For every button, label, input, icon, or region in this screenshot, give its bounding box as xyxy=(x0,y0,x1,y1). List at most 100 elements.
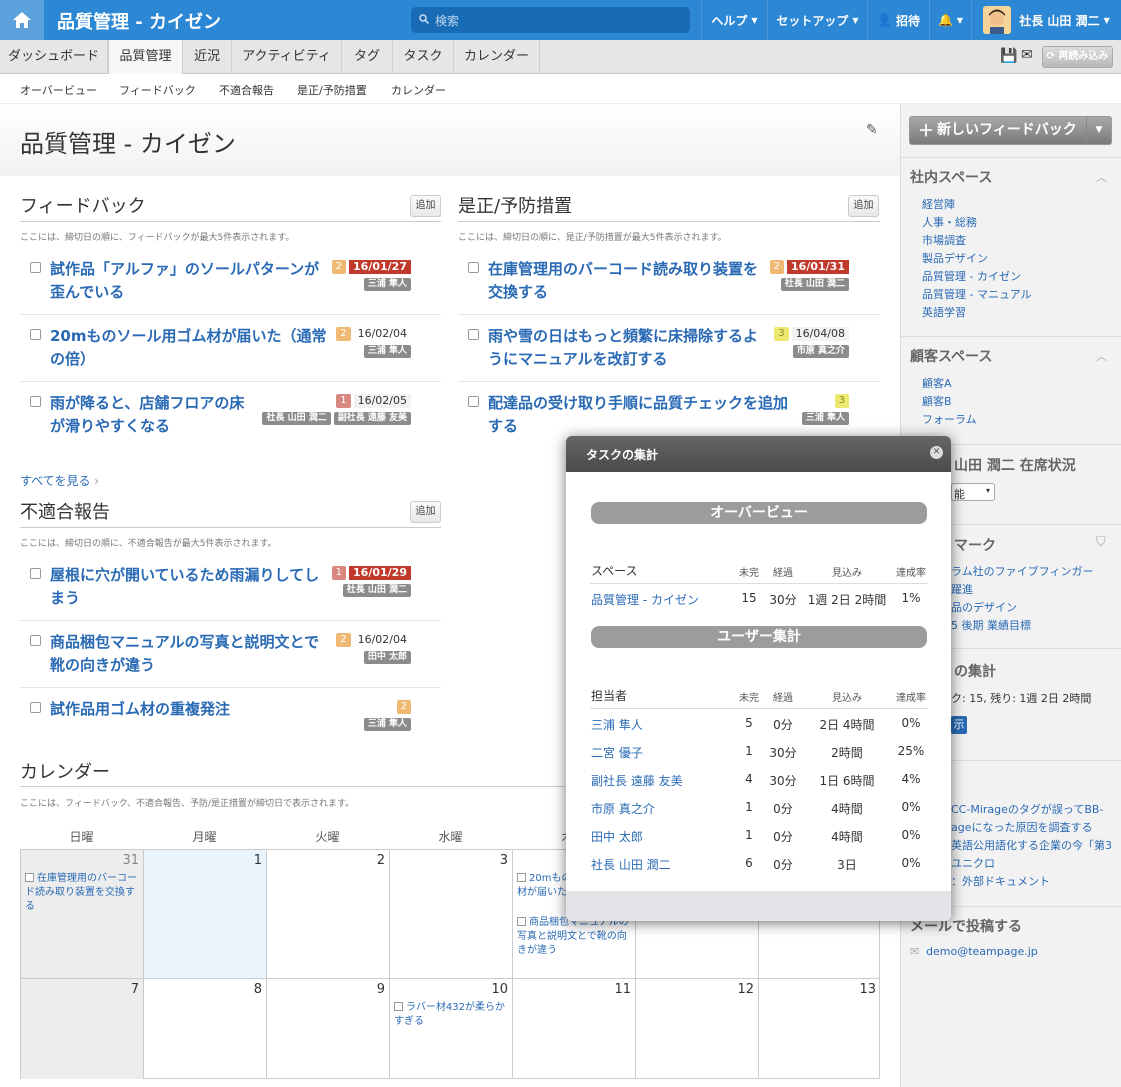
space-link[interactable]: 顧客B xyxy=(922,393,952,409)
calendar-event[interactable]: 商品梱包マニュアルの写真と説明文とで靴の向きが違う xyxy=(517,916,633,958)
invite-button[interactable]: 👤 招待 xyxy=(867,0,929,40)
checkbox[interactable] xyxy=(517,873,526,882)
calendar-day[interactable]: 13 xyxy=(759,979,880,1079)
space-link[interactable]: 顧客A xyxy=(922,375,952,391)
bookmark-link[interactable]: ラム社のファイブフィンガー xyxy=(951,563,1093,579)
list-item[interactable]: 雨や雪の日はもっと頻繁に床掃除するよ うにマニュアルを改訂する 3 16/04/08… xyxy=(468,325,849,373)
list-item[interactable]: 在庫管理用のバーコード読み取り装置を 交換する 2 16/01/31 社長 山田 潤二 xyxy=(468,258,849,306)
item-title[interactable]: 商品梱包マニュアルの写真と説明文とで 靴の向きが違う xyxy=(50,631,319,677)
calendar-day[interactable]: 2 xyxy=(267,850,390,979)
tab-tasks[interactable]: タスク xyxy=(393,40,454,74)
list-item[interactable]: 雨が降ると、店舗フロアの床 が滑りやすくなる 1 16/02/05 社長 山田 潤二副… xyxy=(30,392,411,440)
user-menu[interactable]: 社長 山田 潤二 ▼ xyxy=(971,0,1121,40)
recent-link[interactable]: ユニクロ xyxy=(951,855,995,871)
bookmark-link[interactable]: 品のデザイン xyxy=(951,599,1017,615)
caret-down-icon[interactable]: ▼ xyxy=(1086,117,1111,144)
recent-link[interactable]: ageになった原因を調査する xyxy=(951,819,1093,835)
subnav-overview[interactable]: オーバービュー xyxy=(20,82,97,98)
calendar-event[interactable]: 在庫管理用のバーコード読み取り装置を交換する xyxy=(25,872,141,914)
feedback-add-button[interactable]: 追加 xyxy=(410,195,441,217)
see-all-link[interactable]: すべてを見る › xyxy=(20,472,99,489)
recent-link[interactable]: 英語公用語化する企業の今「第3 xyxy=(951,837,1112,853)
checkbox[interactable] xyxy=(468,262,479,273)
checkbox[interactable] xyxy=(30,568,41,579)
item-title[interactable]: 屋根に穴が開いているため雨漏りしてし まう xyxy=(50,564,319,610)
setup-menu[interactable]: セットアップ ▼ xyxy=(767,0,867,40)
notifications-menu[interactable]: 🔔 ▼ xyxy=(929,0,971,40)
item-title[interactable]: 20mものソール用ゴム材が届いた（通常 の倍） xyxy=(50,325,327,371)
help-menu[interactable]: ヘルプ ▼ xyxy=(701,0,767,40)
tab-activity[interactable]: アクティビティ xyxy=(232,40,342,74)
checkbox[interactable] xyxy=(394,1002,403,1011)
capa-add-button[interactable]: 追加 xyxy=(848,195,879,217)
space-link[interactable]: フォーラム xyxy=(922,411,977,427)
presence-select[interactable]: 能 ▾ xyxy=(951,483,995,501)
email-link[interactable]: demo@teampage.jp xyxy=(926,945,1038,958)
checkbox[interactable] xyxy=(30,396,41,407)
bookmark-link[interactable]: 躍進 xyxy=(951,581,973,597)
calendar-day-today[interactable]: 1 xyxy=(144,850,267,979)
calendar-day[interactable]: 12 xyxy=(636,979,759,1079)
checkbox[interactable] xyxy=(30,329,41,340)
item-title[interactable]: 雨が降ると、店舗フロアの床 が滑りやすくなる xyxy=(50,392,244,438)
subnav-capa[interactable]: 是正/予防措置 xyxy=(297,82,367,98)
item-title[interactable]: 配達品の受け取り手順に品質チェックを追加 する xyxy=(488,392,788,438)
calendar-event[interactable]: ラバー材432が柔らかすぎる xyxy=(394,1001,510,1029)
space-link[interactable]: 製品デザイン xyxy=(922,250,988,266)
edit-pencil-icon[interactable]: ✎ xyxy=(866,122,878,138)
space-link[interactable]: 品質管理 - カイゼン xyxy=(591,591,699,608)
tab-calendar[interactable]: カレンダー xyxy=(454,40,540,74)
show-task-summary-button[interactable]: 示 xyxy=(951,716,967,734)
assignee-link[interactable]: 二宮 優子 xyxy=(591,744,643,761)
calendar-day[interactable]: 31 在庫管理用のバーコード読み取り装置を交換する xyxy=(21,850,144,979)
space-link[interactable]: 経営陣 xyxy=(922,196,955,212)
calendar-day[interactable]: 11 xyxy=(513,979,636,1079)
item-title[interactable]: 雨や雪の日はもっと頻繁に床掃除するよ うにマニュアルを改訂する xyxy=(488,325,758,371)
calendar-day[interactable]: 3 xyxy=(390,850,513,979)
checkbox[interactable] xyxy=(517,917,526,926)
tab-tags[interactable]: タグ xyxy=(342,40,393,74)
item-title[interactable]: 試作品「アルファ」のソールパターンが 歪んでいる xyxy=(50,258,319,304)
home-icon[interactable] xyxy=(0,0,44,40)
space-link[interactable]: 品質管理 - カイゼン xyxy=(922,268,1021,284)
bookmark-link[interactable]: 5 後期 業績目標 xyxy=(951,617,1031,633)
calendar-day[interactable]: 8 xyxy=(144,979,267,1079)
checkbox[interactable] xyxy=(25,873,34,882)
list-item[interactable]: 試作品用ゴム材の重複発注 2 三浦 隼人 xyxy=(30,698,411,738)
bookmark-icon[interactable]: ⛉ xyxy=(1096,535,1106,550)
new-feedback-button[interactable]: ＋新しいフィードバック ▼ xyxy=(909,116,1112,145)
space-link[interactable]: 市場調査 xyxy=(922,232,966,248)
nonconformance-add-button[interactable]: 追加 xyxy=(410,501,441,523)
space-link[interactable]: 品質管理 - マニュアル xyxy=(922,286,1032,302)
checkbox[interactable] xyxy=(468,396,479,407)
calendar-day[interactable]: 10 ラバー材432が柔らかすぎる xyxy=(390,979,513,1079)
mail-icon[interactable]: ✉ xyxy=(1021,47,1033,63)
checkbox[interactable] xyxy=(30,262,41,273)
checkbox[interactable] xyxy=(468,329,479,340)
tab-quality[interactable]: 品質管理 xyxy=(108,40,183,74)
assignee-link[interactable]: 田中 太郎 xyxy=(591,828,643,845)
list-item[interactable]: 配達品の受け取り手順に品質チェックを追加 する 3 三浦 隼人 xyxy=(468,392,849,440)
assignee-link[interactable]: 三浦 隼人 xyxy=(591,716,643,733)
subnav-feedback[interactable]: フィードバック xyxy=(119,82,196,98)
subnav-nonconformance[interactable]: 不適合報告 xyxy=(219,82,274,98)
search-input[interactable]: 検索 xyxy=(411,7,690,33)
list-item[interactable]: 20mものソール用ゴム材が届いた（通常 の倍） 2 16/02/04 三浦 隼人 xyxy=(30,325,411,373)
checkbox[interactable] xyxy=(30,635,41,646)
item-title[interactable]: 在庫管理用のバーコード読み取り装置を 交換する xyxy=(488,258,758,304)
space-link[interactable]: 英語学習 xyxy=(922,304,966,320)
list-item[interactable]: 試作品「アルファ」のソールパターンが 歪んでいる 2 16/01/27 三浦 隼人 xyxy=(30,258,411,306)
calendar-day[interactable]: 9 xyxy=(267,979,390,1079)
assignee-link[interactable]: 社長 山田 潤二 xyxy=(591,856,671,873)
collapse-chevron-icon[interactable]: ︿ xyxy=(1096,169,1107,185)
item-title[interactable]: 試作品用ゴム材の重複発注 xyxy=(50,698,230,721)
close-icon[interactable]: ✕ xyxy=(930,446,943,459)
space-link[interactable]: 人事・総務 xyxy=(922,214,977,230)
save-icon[interactable]: 💾 xyxy=(1000,48,1017,64)
subnav-calendar[interactable]: カレンダー xyxy=(391,82,446,98)
list-item[interactable]: 商品梱包マニュアルの写真と説明文とで 靴の向きが違う 2 16/02/04 田中 太郎 xyxy=(30,631,411,679)
reload-button[interactable]: ⟳ 再読み込み xyxy=(1042,46,1113,68)
calendar-day[interactable]: 7 xyxy=(21,979,144,1079)
checkbox[interactable] xyxy=(30,702,41,713)
recent-link[interactable]: CC-Mirageのタグが誤ってBB- xyxy=(951,801,1103,817)
